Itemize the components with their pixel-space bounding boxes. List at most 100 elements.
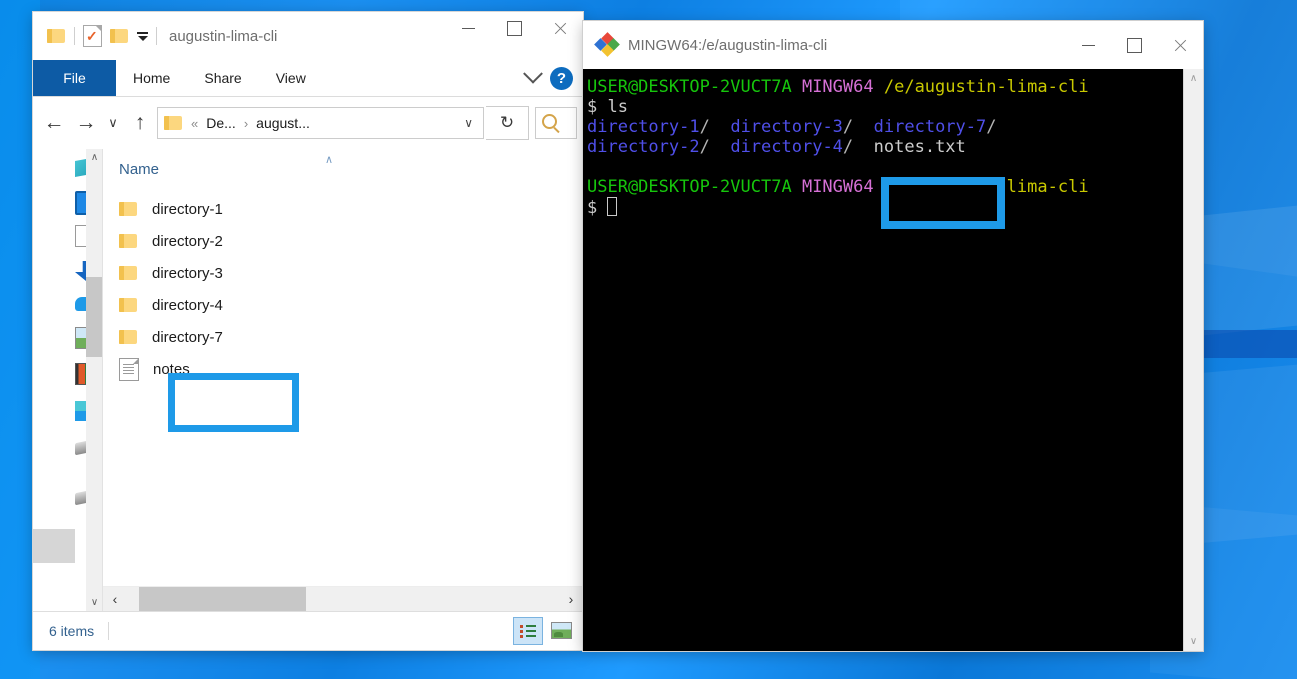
- list-item[interactable]: directory-1: [103, 193, 583, 225]
- terminal-text: notes.txt: [873, 137, 966, 157]
- qat-divider-2: [156, 27, 157, 45]
- up-button[interactable]: ↑: [125, 108, 155, 138]
- terminal-text: /: [699, 117, 710, 137]
- details-view-icon: [519, 624, 537, 639]
- terminal-scrollbar[interactable]: ∧ ∨: [1183, 69, 1203, 651]
- back-button[interactable]: ←: [39, 108, 69, 138]
- refresh-button[interactable]: ↻: [486, 106, 529, 140]
- minimize-button[interactable]: [445, 12, 491, 44]
- nav-selected-row[interactable]: [33, 529, 75, 563]
- new-folder-icon[interactable]: [110, 28, 129, 44]
- forward-button[interactable]: →: [71, 108, 101, 138]
- explorer-window-title: augustin-lima-cli: [169, 27, 278, 45]
- terminal-window-title: MINGW64:/e/augustin-lima-cli: [628, 36, 828, 54]
- chevron-down-icon[interactable]: [523, 63, 543, 84]
- terminal-text: $ ls: [587, 97, 628, 117]
- large-icons-view-button[interactable]: [547, 617, 575, 643]
- tab-share[interactable]: Share: [187, 60, 258, 96]
- terminal-text: USER@DESKTOP-2VUCT7A: [587, 177, 792, 197]
- terminal-line: USER@DESKTOP-2VUCT7A MINGW64 /e/augustin…: [587, 77, 1183, 97]
- list-item[interactable]: directory-3: [103, 257, 583, 289]
- file-explorer-window: ✓ augustin-lima-cli File Home Share View…: [33, 12, 583, 650]
- nav-scroll-thumb[interactable]: [86, 277, 103, 357]
- terminal-output[interactable]: USER@DESKTOP-2VUCT7A MINGW64 /e/augustin…: [583, 69, 1183, 651]
- file-name: directory-7: [152, 328, 223, 346]
- address-dropdown-icon[interactable]: ∨: [460, 116, 477, 130]
- mingw64-terminal-window: MINGW64:/e/augustin-lima-cli USER@DESKTO…: [583, 21, 1203, 651]
- minimize-button[interactable]: [1065, 29, 1111, 61]
- mingw-diamonds-icon: [594, 32, 620, 57]
- explorer-body: ∧ ∨ Name ∧ directory-1 directory-2 direc…: [33, 149, 583, 611]
- hscroll-thumb[interactable]: [139, 587, 306, 611]
- column-header-row: Name ∧: [103, 149, 583, 189]
- breadcrumb-desktop[interactable]: De...: [206, 115, 236, 131]
- terminal-text: directory-7: [873, 117, 987, 137]
- maximize-button[interactable]: [491, 12, 537, 44]
- tab-file[interactable]: File: [33, 60, 116, 96]
- column-header-name[interactable]: Name: [119, 161, 159, 178]
- quick-access-toolbar: ✓: [41, 25, 157, 47]
- help-icon[interactable]: ?: [550, 66, 573, 90]
- explorer-title-bar[interactable]: ✓ augustin-lima-cli: [33, 12, 583, 60]
- terminal-line: [587, 157, 1183, 177]
- folder-icon: [119, 329, 138, 345]
- folder-icon: [119, 297, 138, 313]
- terminal-text: directory-4: [730, 137, 843, 157]
- terminal-line: $ ls: [587, 97, 1183, 117]
- search-icon: [542, 114, 557, 129]
- list-item[interactable]: directory-7: [103, 321, 583, 353]
- hscroll-track[interactable]: [127, 587, 559, 611]
- search-input[interactable]: [535, 107, 577, 139]
- terminal-text: /: [842, 117, 854, 137]
- tab-view[interactable]: View: [259, 60, 323, 96]
- navigation-pane[interactable]: ∧ ∨: [33, 149, 103, 611]
- terminal-text: MINGW64: [801, 177, 874, 197]
- maximize-button[interactable]: [1111, 29, 1157, 61]
- details-view-button[interactable]: [513, 617, 543, 645]
- folder-icon: [119, 265, 138, 281]
- item-count: 6 items: [49, 623, 95, 639]
- terminal-text: USER@DESKTOP-2VUCT7A: [587, 77, 792, 97]
- tab-home[interactable]: Home: [116, 60, 187, 96]
- text-file-icon: [119, 357, 139, 381]
- terminal-text: directory-3: [730, 117, 843, 137]
- customize-qat-icon[interactable]: [137, 31, 148, 41]
- large-icons-view-icon: [550, 621, 572, 639]
- recent-locations-button[interactable]: ∨: [103, 108, 123, 138]
- terminal-scroll-up-icon[interactable]: ∧: [1184, 69, 1203, 88]
- folder-icon[interactable]: [47, 28, 66, 44]
- breadcrumb-current[interactable]: august...: [256, 115, 310, 131]
- list-item[interactable]: directory-4: [103, 289, 583, 321]
- address-chevrons[interactable]: «: [191, 116, 198, 131]
- nav-pane-scrollbar[interactable]: ∧ ∨: [86, 149, 103, 611]
- terminal-title-bar[interactable]: MINGW64:/e/augustin-lima-cli: [583, 21, 1203, 69]
- terminal-text: /: [986, 117, 997, 137]
- hscroll-left-icon[interactable]: ‹: [103, 591, 127, 607]
- terminal-line: directory-1/ directory-3/ directory-7/: [587, 117, 1183, 137]
- horizontal-scrollbar[interactable]: ‹ ›: [103, 586, 583, 611]
- terminal-text: /e/augustin-lima-cli: [883, 77, 1089, 97]
- close-button[interactable]: [1157, 29, 1203, 61]
- folder-icon: [119, 201, 138, 217]
- hscroll-right-icon[interactable]: ›: [559, 591, 583, 607]
- terminal-text: directory-2: [587, 137, 700, 157]
- terminal-body: USER@DESKTOP-2VUCT7A MINGW64 /e/augustin…: [583, 69, 1203, 651]
- terminal-notestxt-highlight: [881, 177, 1005, 229]
- terminal-scroll-down-icon[interactable]: ∨: [1184, 632, 1203, 651]
- close-button[interactable]: [537, 12, 583, 44]
- terminal-text: directory-1: [587, 117, 700, 137]
- terminal-text: /: [699, 137, 710, 157]
- nav-scroll-up-icon[interactable]: ∧: [86, 149, 103, 166]
- terminal-window-controls: [1065, 29, 1203, 61]
- properties-icon[interactable]: ✓: [83, 25, 102, 47]
- terminal-text: /: [842, 137, 854, 157]
- list-item[interactable]: directory-2: [103, 225, 583, 257]
- nav-scroll-down-icon[interactable]: ∨: [86, 594, 103, 611]
- address-bar[interactable]: « De... › august... ∨: [157, 107, 484, 139]
